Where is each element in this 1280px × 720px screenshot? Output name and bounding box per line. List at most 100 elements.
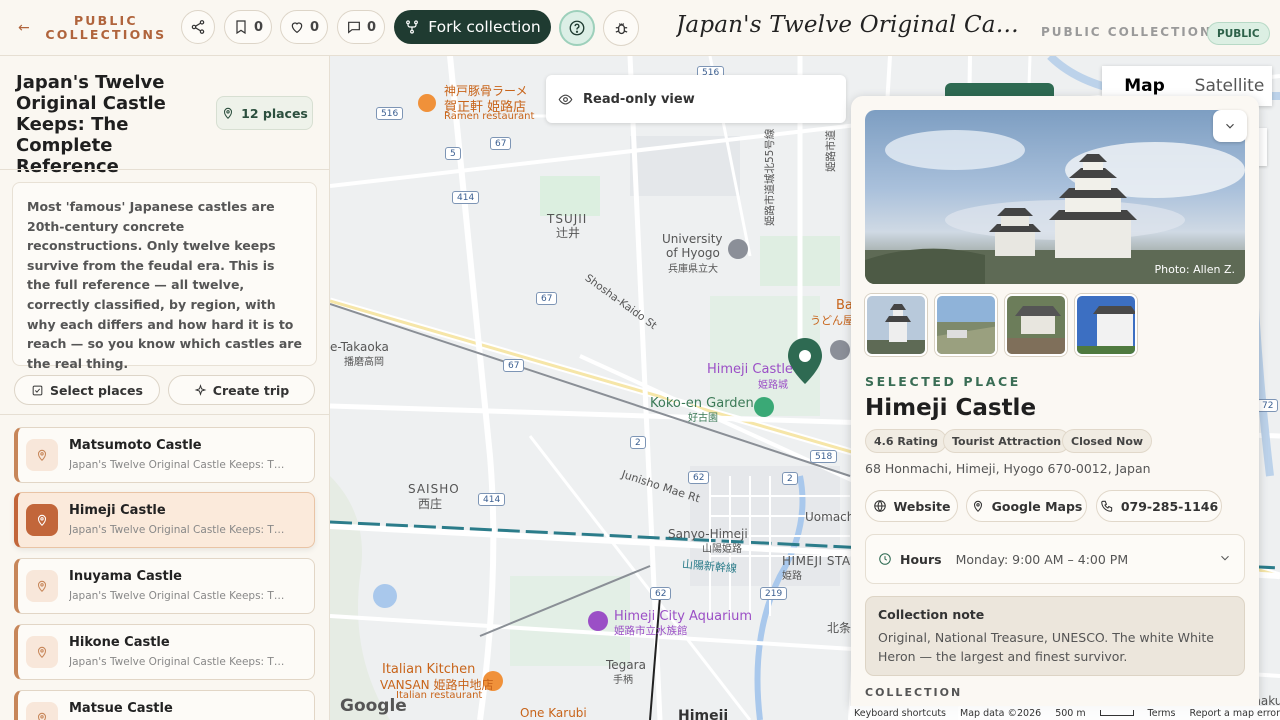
map-pin-icon [37, 712, 47, 720]
like-button[interactable]: 0 [280, 10, 328, 44]
map-label: Sanyo-Himeji [668, 527, 748, 541]
map-label: 西庄 [418, 497, 443, 511]
bookmark-count: 0 [253, 19, 264, 35]
fork-collection-button[interactable]: Fork collection [394, 10, 551, 44]
sparkle-icon [194, 383, 207, 396]
read-only-label: Read-only view [583, 91, 695, 107]
photo-thumbnail[interactable] [935, 294, 997, 356]
map-pin-icon [37, 449, 47, 461]
comment-button[interactable]: 0 [337, 10, 385, 44]
place-card-inuyama[interactable]: Inuyama Castle Japan's Twelve Original C… [14, 558, 315, 614]
bookmark-icon [236, 20, 246, 35]
map-label: of Hyogo [666, 246, 720, 260]
place-pin [26, 439, 58, 471]
place-name: Hikone Castle [69, 635, 170, 650]
read-only-banner: Read-only view [546, 75, 846, 123]
select-places-button[interactable]: Select places [14, 375, 160, 405]
google-logo: Google [340, 696, 407, 716]
place-collection: Japan's Twelve Original Castle Keeps: Th… [69, 459, 289, 471]
place-card-himeji[interactable]: Himeji Castle Japan's Twelve Original Ca… [14, 492, 315, 548]
photo-thumbnail[interactable] [865, 294, 927, 356]
route-shield: 67 [490, 137, 512, 150]
create-trip-label: Create trip [212, 382, 290, 398]
photo-thumbnail[interactable] [1005, 294, 1067, 356]
website-button[interactable]: Website [865, 490, 958, 522]
create-trip-button[interactable]: Create trip [168, 375, 315, 405]
place-pin [26, 504, 58, 536]
scale-label: 500 m [1055, 707, 1086, 719]
map-label: e-Takaoka [330, 340, 389, 354]
bookmark-button[interactable]: 0 [224, 10, 272, 44]
globe-icon [873, 500, 886, 512]
map-label: Himeji City Aquarium [614, 609, 752, 624]
route-shield: 414 [452, 191, 480, 204]
place-card-hikone[interactable]: Hikone Castle Japan's Twelve Original Ca… [14, 624, 315, 680]
castle-photo [865, 130, 1245, 284]
place-card-matsumoto[interactable]: Matsumoto Castle Japan's Twelve Original… [14, 427, 315, 483]
collection-title: Japan's Twelve Original Castle Ke... [676, 12, 1026, 38]
place-pin [26, 636, 58, 668]
garden-thumb [1007, 296, 1065, 354]
public-badge: PUBLIC [1207, 22, 1270, 45]
select-places-label: Select places [50, 382, 143, 398]
share-icon [191, 20, 205, 34]
place-name: Matsumoto Castle [69, 438, 202, 453]
map-label: Himeji Castle [707, 362, 793, 377]
place-hero-photo[interactable]: Photo: Allen Z. [865, 110, 1245, 284]
place-collection: Japan's Twelve Original Castle Keeps: Th… [69, 524, 289, 536]
report-bug-button[interactable] [603, 10, 639, 46]
place-name: Matsue Castle [69, 701, 173, 716]
map-label: 姫路城 [758, 380, 788, 391]
map-pin-icon [37, 514, 47, 526]
collection-description: Most 'famous' Japanese castles are 20th-… [12, 182, 317, 371]
map-label: Ramen restaurant [444, 111, 535, 122]
route-shield: 67 [536, 292, 558, 305]
map-label: 姫路市立水族館 [614, 625, 688, 637]
like-count: 0 [309, 19, 320, 35]
map-label: University [662, 232, 723, 246]
route-shield: 516 [376, 107, 404, 120]
map-label: 播磨高岡 [344, 357, 384, 368]
help-icon [569, 20, 585, 36]
comment-icon [348, 21, 360, 34]
fork-label: Fork collection [428, 18, 541, 36]
photo-thumbnail[interactable] [1075, 294, 1137, 356]
back-to-public-collections[interactable]: ← PUBLIC COLLECTIONS [18, 13, 168, 42]
map-attribution: Keyboard shortcuts Map data ©2026 500 m … [850, 706, 1280, 720]
map-label: Himeji [678, 708, 729, 720]
chevron-down-icon [1226, 123, 1234, 129]
route-shield: 5 [445, 147, 461, 160]
terms-link[interactable]: Terms [1148, 708, 1176, 719]
collapse-panel-button[interactable] [1213, 110, 1247, 142]
place-pin [26, 570, 58, 602]
place-name: Inuyama Castle [69, 569, 182, 584]
chevron-down-icon [1218, 551, 1232, 568]
places-count-chip[interactable]: 12 places [216, 96, 313, 130]
share-button[interactable] [181, 10, 215, 44]
note-title: Collection note [878, 607, 985, 622]
website-label: Website [893, 498, 951, 514]
place-card-matsue[interactable]: Matsue Castle [14, 690, 315, 720]
bug-icon [615, 22, 627, 34]
google-maps-button[interactable]: Google Maps [966, 490, 1087, 522]
place-pin [26, 702, 58, 720]
route-shield: 2 [630, 436, 646, 449]
route-shield: 62 [688, 471, 710, 484]
rating-tag: 4.6 Rating [865, 429, 947, 453]
phone-button[interactable]: 079-285-1146 [1096, 490, 1222, 522]
map-label: SAISHO [408, 482, 460, 496]
route-shield: 414 [478, 493, 506, 506]
route-shield: 72 [1257, 399, 1279, 412]
keyboard-shortcuts-link[interactable]: Keyboard shortcuts [854, 708, 946, 719]
map-label: 好古園 [688, 413, 718, 424]
fork-icon [406, 20, 419, 34]
report-map-error-link[interactable]: Report a map error [1190, 708, 1280, 719]
comment-count: 0 [366, 19, 377, 35]
map-label: 手柄 [613, 675, 633, 686]
help-button[interactable] [559, 10, 595, 46]
map-data-credit: Map data ©2026 [960, 707, 1042, 719]
map-label: Tegara [606, 658, 646, 672]
scale-bar [1099, 710, 1134, 716]
hours-accordion[interactable]: Hours Monday: 9:00 AM – 4:00 PM [865, 534, 1245, 584]
map-label: 辻井 [556, 226, 581, 240]
